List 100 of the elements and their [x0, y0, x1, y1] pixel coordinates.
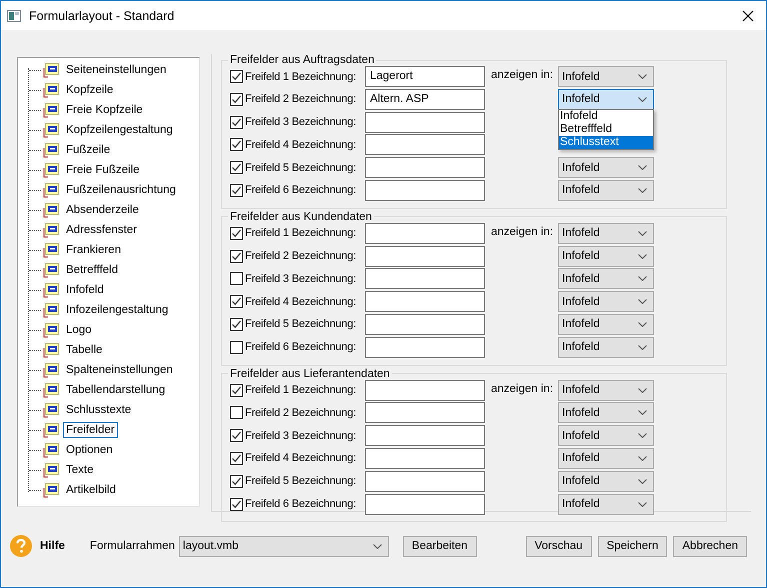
- help-label[interactable]: Hilfe: [40, 540, 65, 552]
- tree-item[interactable]: Infozeilengestaltung: [63, 302, 172, 318]
- field-label: Freifeld 3 Bezeichnung:: [245, 116, 357, 128]
- checkbox[interactable]: [230, 250, 243, 263]
- form-icon: [43, 142, 59, 158]
- dialog-button[interactable]: Abbrechen: [673, 536, 747, 556]
- display-dropdown[interactable]: Infofeld: [558, 314, 654, 335]
- tree-item[interactable]: Logo: [63, 322, 95, 338]
- tree-item[interactable]: Artikelbild: [63, 482, 119, 498]
- form-icon: [43, 302, 59, 318]
- dialog-button[interactable]: Speichern: [598, 536, 668, 556]
- tree-item[interactable]: Fußzeilenausrichtung: [63, 182, 179, 198]
- display-dropdown[interactable]: Infofeld: [558, 448, 654, 469]
- tree-item[interactable]: Betrefffeld: [63, 262, 122, 278]
- dropdown-option[interactable]: Betrefffeld: [559, 122, 653, 136]
- checkbox[interactable]: [230, 474, 243, 488]
- dropdown-option[interactable]: Schlusstext: [559, 136, 653, 149]
- checkbox[interactable]: [230, 226, 243, 240]
- tree-item[interactable]: Optionen: [63, 442, 116, 458]
- input-field[interactable]: [365, 268, 485, 290]
- field-label: Freifeld 4 Bezeichnung:: [245, 296, 357, 308]
- input-field[interactable]: [365, 314, 485, 335]
- input-field[interactable]: [365, 134, 485, 156]
- input-field[interactable]: [365, 291, 485, 312]
- tree-item[interactable]: Seiteneinstellungen: [63, 62, 170, 78]
- input-field[interactable]: [365, 470, 485, 492]
- display-dropdown[interactable]: Infofeld: [558, 425, 654, 446]
- input-field[interactable]: [365, 402, 485, 424]
- input-field[interactable]: [365, 425, 485, 446]
- display-dropdown[interactable]: Infofeld: [558, 380, 654, 401]
- display-dropdown[interactable]: Infofeld: [558, 180, 654, 201]
- caret-icon: [638, 96, 647, 102]
- display-dropdown[interactable]: Infofeld: [558, 470, 654, 492]
- tree-item[interactable]: Schlusstexte: [63, 402, 134, 418]
- input-field[interactable]: [365, 157, 485, 178]
- checkbox[interactable]: [230, 384, 243, 397]
- caret-icon: [638, 74, 647, 79]
- checkbox[interactable]: [230, 318, 243, 331]
- display-dropdown[interactable]: Infofeld: [558, 336, 654, 358]
- frame-dropdown[interactable]: layout.vmb: [178, 536, 389, 556]
- input-field[interactable]: [365, 112, 485, 133]
- tree-item[interactable]: Freie Fußzeile: [63, 162, 142, 178]
- dialog-button[interactable]: Vorschau: [526, 536, 592, 556]
- field-label: Freifeld 4 Bezeichnung:: [245, 452, 357, 464]
- app-icon: [7, 10, 21, 22]
- close-icon[interactable]: [742, 10, 754, 22]
- display-dropdown[interactable]: Infofeld: [558, 222, 654, 244]
- display-dropdown[interactable]: Infofeld: [558, 88, 654, 110]
- display-dropdown[interactable]: Infofeld: [558, 246, 654, 267]
- input-field[interactable]: [365, 246, 485, 267]
- tree-item[interactable]: Texte: [63, 462, 96, 478]
- checkbox[interactable]: [230, 340, 243, 354]
- group-title: Freifelder aus Kundendaten: [229, 210, 373, 223]
- display-dropdown[interactable]: Infofeld: [558, 402, 654, 424]
- tree-item[interactable]: Kopfzeilengestaltung: [63, 122, 176, 138]
- display-dropdown[interactable]: Infofeld: [558, 291, 654, 312]
- tree-item[interactable]: Absenderzeile: [63, 202, 142, 218]
- form-icon: [43, 342, 59, 358]
- tree-item[interactable]: Spalteneinstellungen: [63, 362, 176, 378]
- caret-icon: [638, 254, 647, 259]
- tree-item[interactable]: Freifelder: [63, 422, 118, 438]
- input-field[interactable]: [365, 494, 485, 515]
- display-dropdown[interactable]: Infofeld: [558, 157, 654, 178]
- display-dropdown[interactable]: Infofeld: [558, 66, 654, 87]
- edit-button[interactable]: Bearbeiten: [402, 536, 477, 556]
- checkbox[interactable]: [230, 92, 243, 106]
- tree-item[interactable]: Tabelle: [63, 342, 106, 358]
- tree-item[interactable]: Tabellendarstellung: [63, 382, 168, 398]
- input-field[interactable]: Altern. ASP: [365, 88, 485, 110]
- tree-item[interactable]: Fußzeile: [63, 142, 114, 158]
- display-dropdown[interactable]: Infofeld: [558, 268, 654, 290]
- caret-icon: [638, 230, 647, 236]
- checkbox[interactable]: [230, 161, 243, 174]
- field-label: Freifeld 2 Bezeichnung:: [245, 93, 357, 106]
- checkbox[interactable]: [230, 295, 243, 308]
- checkbox[interactable]: [230, 70, 243, 83]
- group-title: Freifelder aus Lieferantendaten: [229, 368, 391, 380]
- checkbox[interactable]: [230, 406, 243, 420]
- group-title: Freifelder aus Auftragsdaten: [229, 54, 376, 66]
- input-field[interactable]: [365, 336, 485, 358]
- checkbox[interactable]: [230, 138, 243, 152]
- checkbox[interactable]: [230, 429, 243, 442]
- display-label: anzeigen in:: [491, 382, 554, 395]
- checkbox[interactable]: [230, 498, 243, 511]
- input-field[interactable]: [365, 380, 485, 401]
- input-field[interactable]: [365, 448, 485, 469]
- tree-item[interactable]: Frankieren: [63, 242, 124, 258]
- dropdown-option[interactable]: Infofeld: [559, 110, 653, 123]
- checkbox[interactable]: [230, 452, 243, 465]
- checkbox[interactable]: [230, 116, 243, 129]
- tree-item[interactable]: Freie Kopfzeile: [63, 102, 146, 118]
- tree-item[interactable]: Kopfzeile: [63, 82, 116, 98]
- checkbox[interactable]: [230, 272, 243, 286]
- tree-item[interactable]: Adressfenster: [63, 222, 140, 238]
- checkbox[interactable]: [230, 184, 243, 197]
- input-field[interactable]: [365, 222, 485, 244]
- tree-item[interactable]: Infofeld: [63, 282, 107, 298]
- display-dropdown[interactable]: Infofeld: [558, 494, 654, 515]
- input-field[interactable]: [365, 180, 485, 201]
- input-field[interactable]: Lagerort: [365, 66, 485, 87]
